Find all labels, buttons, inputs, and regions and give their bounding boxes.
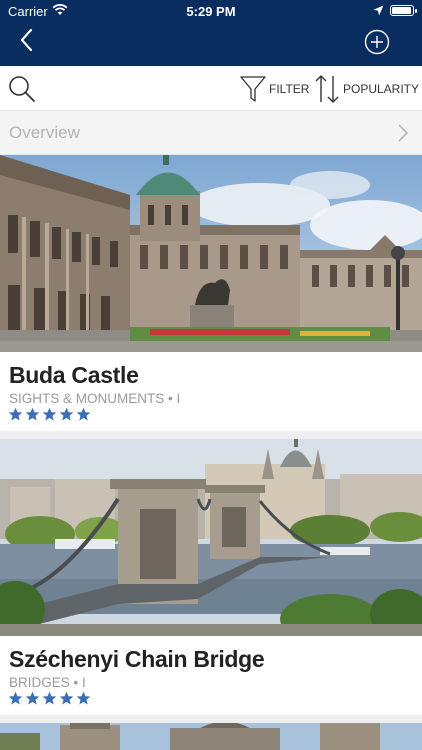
buda-castle-photo <box>0 155 422 352</box>
back-button[interactable] <box>14 26 42 54</box>
clock: 5:29 PM <box>186 4 236 19</box>
list-item[interactable]: Buda Castle SIGHTS & MONUMENTS • I <box>0 155 422 431</box>
star-icon <box>59 407 74 421</box>
star-icon <box>25 691 40 705</box>
star-icon <box>42 691 57 705</box>
overview-row[interactable]: Overview <box>0 111 422 155</box>
overview-label: Overview <box>9 123 80 142</box>
search-button[interactable] <box>8 75 36 103</box>
star-icon <box>8 691 23 705</box>
sort-label: POPULARITY <box>343 82 420 96</box>
star-icon <box>76 691 91 705</box>
star-icon <box>76 407 91 421</box>
star-icon <box>59 691 74 705</box>
item-title: Buda Castle <box>9 362 139 388</box>
star-icon <box>25 407 40 421</box>
filter-funnel-icon <box>240 76 266 102</box>
list-item[interactable]: Széchenyi Chain Bridge BRIDGES • I <box>0 439 422 715</box>
item-title: Széchenyi Chain Bridge <box>9 646 265 672</box>
rating-stars <box>8 691 93 706</box>
navigation-bar: Carrier 5:29 PM <box>0 0 422 66</box>
chevron-right-icon <box>396 123 410 148</box>
card-divider <box>0 715 422 723</box>
star-icon <box>42 407 57 421</box>
item-category: BRIDGES • I <box>9 675 86 690</box>
chevron-left-icon <box>20 28 33 52</box>
filter-label: FILTER <box>269 82 310 96</box>
plus-circle-icon <box>364 29 390 55</box>
toolbar: FILTER POPULARITY <box>0 66 422 111</box>
sort-arrows-icon <box>315 75 339 103</box>
chain-bridge-photo <box>0 439 422 636</box>
next-item-photo <box>0 723 422 750</box>
card-divider <box>0 431 422 439</box>
star-icon <box>8 407 23 421</box>
rating-stars <box>8 407 93 422</box>
battery-icon <box>390 5 417 16</box>
sort-button[interactable]: POPULARITY <box>314 74 419 104</box>
add-button[interactable] <box>364 29 390 55</box>
list-item[interactable] <box>0 723 422 750</box>
status-bar: Carrier 5:29 PM <box>0 0 422 22</box>
search-icon <box>9 76 35 102</box>
item-category: SIGHTS & MONUMENTS • I <box>9 391 181 406</box>
location-arrow-icon <box>373 4 384 19</box>
filter-button[interactable]: FILTER <box>240 74 309 104</box>
